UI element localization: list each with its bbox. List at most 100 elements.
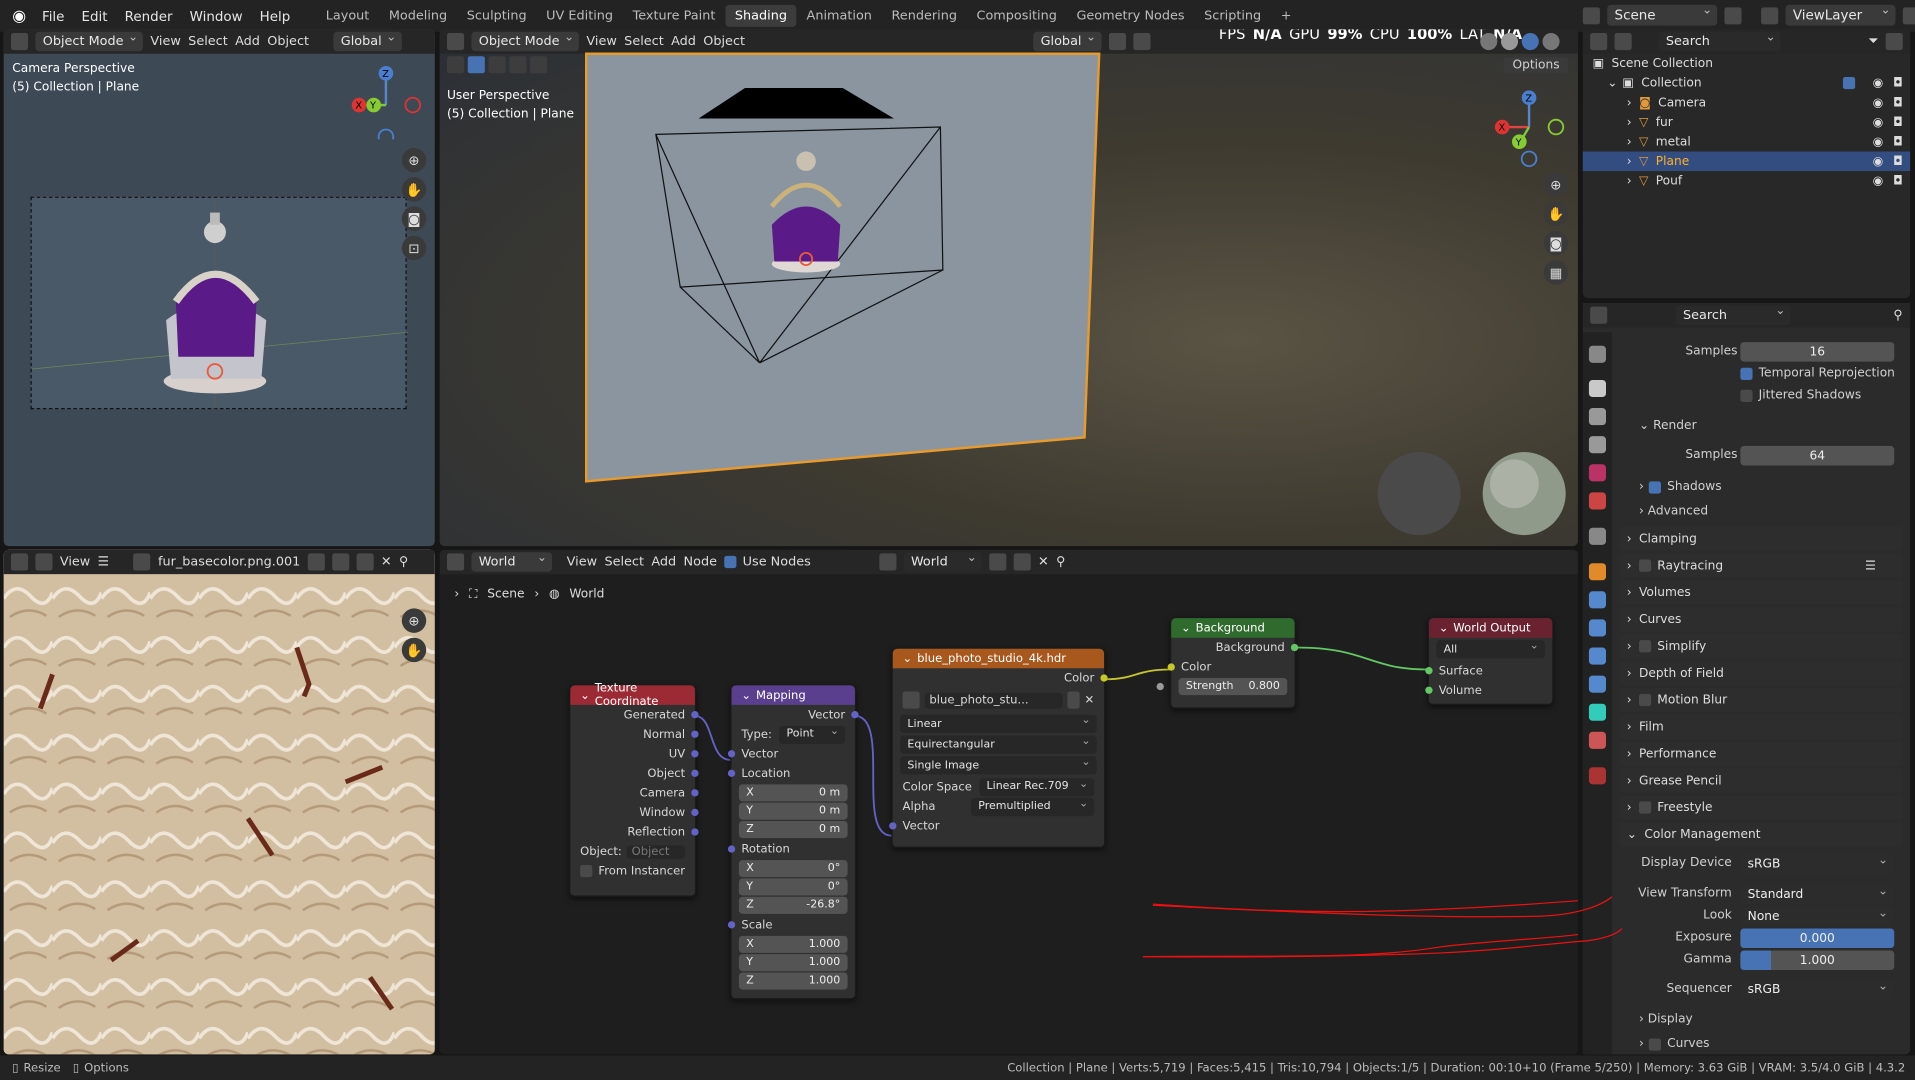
render-subpanel[interactable]: ⌄ Render <box>1639 419 1697 432</box>
unlink-icon[interactable]: ✕ <box>1085 693 1095 706</box>
data-tab-icon[interactable] <box>1588 703 1607 721</box>
interpolation-dropdown[interactable]: Linear <box>900 714 1097 734</box>
section-volumes[interactable]: › Volumes <box>1619 580 1903 605</box>
scale-z[interactable]: Z 1.000 <box>738 972 848 990</box>
add-menu[interactable]: Add <box>651 555 676 570</box>
camera-view-icon[interactable]: ◙ <box>1543 230 1569 256</box>
render-camera-icon[interactable]: ◘ <box>1893 115 1903 128</box>
fake-user-icon[interactable] <box>307 553 325 571</box>
add-workspace-icon[interactable]: + <box>1271 5 1301 27</box>
main-viewport[interactable]: Object Mode View Select Add Object Globa… <box>439 29 1578 547</box>
orientation-dropdown[interactable]: Global <box>333 31 402 52</box>
visibility-eye-icon[interactable]: ◉ <box>1873 96 1884 109</box>
object-menu[interactable]: Object <box>267 34 309 49</box>
exclude-checkbox[interactable] <box>1842 76 1856 90</box>
collapse-icon[interactable]: ⌄ <box>903 652 913 665</box>
material-tab-icon[interactable] <box>1588 731 1607 749</box>
outliner-item-pouf[interactable]: › ▽ Pouf ◉ ◘ <box>1583 171 1910 191</box>
pin-icon[interactable]: ⚲ <box>1056 555 1065 570</box>
scene-tab-icon[interactable] <box>1588 464 1607 482</box>
motion-blur-checkbox[interactable] <box>1638 693 1652 707</box>
editor-type-icon[interactable] <box>10 553 29 571</box>
properties-search[interactable]: Search <box>1675 304 1791 325</box>
menu-help[interactable]: Help <box>251 8 299 24</box>
object-field[interactable]: Object <box>626 844 686 859</box>
shader-type-dropdown[interactable]: World <box>471 551 553 572</box>
camera-viewport[interactable]: Object Mode View Select Add Object Globa… <box>3 29 435 547</box>
display-device-dropdown[interactable]: sRGB <box>1740 853 1895 874</box>
tab-rendering[interactable]: Rendering <box>882 5 967 27</box>
alpha-dropdown[interactable]: Premultiplied <box>970 797 1095 816</box>
scale-x[interactable]: X 1.000 <box>738 935 848 953</box>
editor-type-icon[interactable] <box>1590 306 1608 324</box>
outliner-item-camera[interactable]: › ◙ Camera ◉ ◘ <box>1583 93 1910 113</box>
location-y[interactable]: Y0 m <box>738 802 848 820</box>
freestyle-checkbox[interactable] <box>1638 801 1652 814</box>
visibility-eye-icon[interactable]: ◉ <box>1873 76 1884 89</box>
mapping-node[interactable]: ⌄ Mapping Vector Type:Point Vector Locat… <box>727 684 859 1000</box>
particles-tab-icon[interactable] <box>1588 619 1607 637</box>
expand-icon[interactable]: › <box>1627 135 1632 148</box>
environment-texture-node[interactable]: ⌄ blue_photo_studio_4k.hdr Color blue_ph… <box>889 647 1108 848</box>
ortho-grid-icon[interactable]: ▦ <box>1543 260 1569 285</box>
expand-icon[interactable]: › <box>1627 174 1632 187</box>
shadows-checkbox[interactable] <box>1648 480 1661 493</box>
outliner-item-metal[interactable]: › ▽ metal ◉ ◘ <box>1583 132 1910 152</box>
use-nodes-checkbox[interactable] <box>724 555 737 569</box>
image-name[interactable]: fur_basecolor.png.001 <box>158 555 300 570</box>
render-camera-icon[interactable]: ◘ <box>1893 135 1903 148</box>
select-menu[interactable]: Select <box>604 555 644 570</box>
type-dropdown[interactable]: Point <box>779 725 846 744</box>
section-clamping[interactable]: › Clamping <box>1619 526 1903 551</box>
image-editor[interactable]: View ☰ fur_basecolor.png.001 ✕ ⚲ ⊕ ✋ <box>3 549 435 1055</box>
collapse-icon[interactable]: ⌄ <box>741 688 751 701</box>
constraints-tab-icon[interactable] <box>1588 675 1607 693</box>
from-instancer-checkbox[interactable] <box>580 864 593 878</box>
expand-icon[interactable]: ⌄ <box>1607 76 1617 89</box>
color-space-dropdown[interactable]: Linear Rec.709 <box>979 777 1095 796</box>
display-mode-icon[interactable] <box>1614 32 1632 51</box>
render-camera-icon[interactable]: ◘ <box>1893 96 1903 109</box>
world-browse-icon[interactable] <box>879 553 897 571</box>
physics-tab-icon[interactable] <box>1588 647 1607 665</box>
scene-collection-row[interactable]: ▣ Scene Collection <box>1583 54 1910 74</box>
new-image-icon[interactable] <box>332 553 350 571</box>
visibility-eye-icon[interactable]: ◉ <box>1873 115 1884 128</box>
node-menu[interactable]: Node <box>684 555 717 570</box>
outliner-item-fur[interactable]: › ▽ fur ◉ ◘ <box>1583 112 1910 132</box>
rotation-y[interactable]: Y 0° <box>738 878 848 896</box>
view-mode-icon[interactable] <box>35 553 53 571</box>
tab-texture-paint[interactable]: Texture Paint <box>623 5 725 27</box>
lock-icon[interactable]: ⊡ <box>401 235 427 261</box>
world-tab-icon[interactable] <box>1588 492 1607 510</box>
view-layer-tab-icon[interactable] <box>1588 436 1607 454</box>
scale-y[interactable]: Y 1.000 <box>738 954 848 972</box>
breadcrumb-scene[interactable]: Scene <box>487 588 524 601</box>
exposure-field[interactable]: 0.000 <box>1740 928 1895 949</box>
render-camera-icon[interactable]: ◘ <box>1893 155 1903 168</box>
editor-type-icon[interactable] <box>446 553 465 571</box>
visibility-eye-icon[interactable]: ◉ <box>1873 174 1884 187</box>
close-icon[interactable]: ✕ <box>381 555 392 570</box>
shadows-subpanel[interactable]: › Shadows <box>1639 480 1722 493</box>
expand-icon[interactable]: › <box>1627 155 1632 168</box>
texture-tab-icon[interactable] <box>1588 767 1607 785</box>
tab-compositing[interactable]: Compositing <box>967 5 1067 27</box>
pan-hand-icon[interactable]: ✋ <box>401 637 427 663</box>
mode-dropdown[interactable]: Object Mode <box>35 31 144 52</box>
collection-tab-icon[interactable] <box>1588 527 1607 545</box>
camera-view-icon[interactable]: ◙ <box>401 206 427 231</box>
advanced-subpanel[interactable]: › Advanced <box>1639 505 1708 518</box>
outliner[interactable]: Search ⏷ ▣Scene Collection ⌄▣Collection◉… <box>1582 29 1911 299</box>
rotation-z[interactable]: Z -26.8° <box>738 896 848 914</box>
section-raytracing[interactable]: › Raytracing ☰ <box>1619 553 1903 578</box>
open-image-icon[interactable] <box>356 553 374 571</box>
expand-icon[interactable]: › <box>1627 115 1632 128</box>
pin-icon[interactable]: ⚲ <box>399 555 408 570</box>
projection-dropdown[interactable]: Equirectangular <box>900 735 1097 754</box>
section-performance[interactable]: › Performance <box>1619 741 1903 767</box>
zoom-icon[interactable]: ⊕ <box>1543 172 1569 197</box>
menu-render[interactable]: Render <box>116 8 181 24</box>
editor-type-icon[interactable] <box>10 32 29 51</box>
section-curves[interactable]: › Curves <box>1619 607 1903 632</box>
